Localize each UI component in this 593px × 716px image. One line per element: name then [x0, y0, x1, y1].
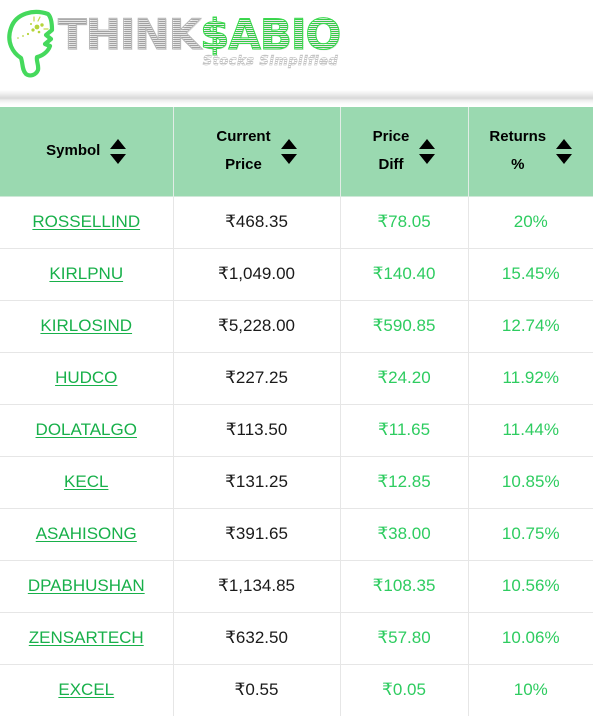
cell-symbol: DPABHUSHAN [0, 559, 174, 612]
column-header-current-price[interactable]: Current Price [173, 107, 341, 196]
table-row: ASAHISONG ₹391.65 ₹38.00 10.75% [0, 507, 593, 560]
sort-descending-icon[interactable] [280, 153, 297, 164]
cell-returns-percent: 20% [468, 195, 593, 248]
cell-current-price: ₹5,228.00 [173, 299, 341, 352]
table-row: HUDCO ₹227.25 ₹24.20 11.92% [0, 351, 593, 404]
cell-symbol: KIRLOSIND [0, 299, 174, 352]
cell-price-diff: ₹78.05 [340, 195, 469, 248]
symbol-link[interactable]: KIRLOSIND [40, 316, 132, 335]
table-row: DOLATALGO ₹113.50 ₹11.65 11.44% [0, 403, 593, 456]
cell-returns-percent: 10.06% [468, 611, 593, 664]
cell-symbol: HUDCO [0, 351, 174, 404]
cell-symbol: KECL [0, 455, 174, 508]
table-row: KECL ₹131.25 ₹12.85 10.85% [0, 455, 593, 508]
cell-returns-percent: 10.85% [468, 455, 593, 508]
cell-symbol: DOLATALGO [0, 403, 174, 456]
cell-returns-percent: 10% [468, 663, 593, 716]
cell-returns-percent: 12.74% [468, 299, 593, 352]
cell-current-price: ₹468.35 [173, 195, 341, 248]
cell-current-price: ₹227.25 [173, 351, 341, 404]
sort-arrows-icon-symbol[interactable] [110, 138, 127, 164]
cell-symbol: ZENSARTECH [0, 611, 174, 664]
column-header-current-price-label: Current Price [216, 128, 271, 174]
symbol-link[interactable]: ZENSARTECH [29, 628, 144, 647]
sort-ascending-icon[interactable] [280, 138, 297, 149]
cell-symbol: EXCEL [0, 663, 174, 716]
cell-returns-percent: 10.56% [468, 559, 593, 612]
table-row: KIRLPNU ₹1,049.00 ₹140.40 15.45% [0, 247, 593, 300]
header-divider [0, 90, 593, 107]
logo-word-sabio: $ABIO [200, 10, 342, 60]
table-header-row: Symbol Current Price Price Diff Returns … [0, 107, 593, 196]
table-body: ROSSELLIND ₹468.35 ₹78.05 20% KIRLPNU ₹1,049.… [0, 195, 593, 716]
sort-ascending-icon[interactable] [419, 138, 436, 149]
logo-word-think: THINK [57, 10, 201, 60]
table-header: Symbol Current Price Price Diff Returns … [0, 107, 593, 196]
sort-ascending-icon[interactable] [110, 138, 127, 149]
column-header-returns[interactable]: Returns % [468, 107, 593, 196]
sort-descending-icon[interactable] [110, 153, 127, 164]
table-row: KIRLOSIND ₹5,228.00 ₹590.85 12.74% [0, 299, 593, 352]
cell-price-diff: ₹11.65 [340, 403, 469, 456]
cell-symbol: ROSSELLIND [0, 195, 174, 248]
table-row: ZENSARTECH ₹632.50 ₹57.80 10.06% [0, 611, 593, 664]
brand-header: THINK$ABIO Stocks Simplified [0, 0, 593, 90]
stock-table: Symbol Current Price Price Diff Returns … [0, 107, 593, 716]
cell-current-price: ₹0.55 [173, 663, 341, 716]
cell-returns-percent: 10.75% [468, 507, 593, 560]
table-row: DPABHUSHAN ₹1,134.85 ₹108.35 10.56% [0, 559, 593, 612]
sort-arrows-icon-price-diff[interactable] [419, 138, 436, 164]
table-row: ROSSELLIND ₹468.35 ₹78.05 20% [0, 195, 593, 248]
table-row: EXCEL ₹0.55 ₹0.05 10% [0, 663, 593, 716]
sort-descending-icon[interactable] [556, 153, 573, 164]
cell-returns-percent: 15.45% [468, 247, 593, 300]
cell-current-price: ₹131.25 [173, 455, 341, 508]
logo-text: THINK$ABIO Stocks Simplified [57, 10, 342, 70]
sort-arrows-icon-returns[interactable] [556, 138, 573, 164]
column-header-price-diff-label: Price Diff [372, 128, 410, 174]
cell-current-price: ₹1,134.85 [173, 559, 341, 612]
cell-returns-percent: 11.92% [468, 351, 593, 404]
cell-price-diff: ₹24.20 [340, 351, 469, 404]
cell-price-diff: ₹0.05 [340, 663, 469, 716]
symbol-link[interactable]: DPABHUSHAN [28, 576, 145, 595]
symbol-link[interactable]: EXCEL [58, 680, 114, 699]
cell-price-diff: ₹108.35 [340, 559, 469, 612]
cell-symbol: ASAHISONG [0, 507, 174, 560]
symbol-link[interactable]: HUDCO [55, 368, 117, 387]
cell-current-price: ₹113.50 [173, 403, 341, 456]
symbol-link[interactable]: KIRLPNU [49, 264, 123, 283]
logo-tagline: Stocks Simplified [202, 54, 339, 70]
symbol-link[interactable]: DOLATALGO [36, 420, 137, 439]
cell-price-diff: ₹38.00 [340, 507, 469, 560]
cell-price-diff: ₹12.85 [340, 455, 469, 508]
sort-descending-icon[interactable] [419, 153, 436, 164]
symbol-link[interactable]: ROSSELLIND [32, 212, 140, 231]
symbol-link[interactable]: ASAHISONG [36, 524, 137, 543]
cell-current-price: ₹632.50 [173, 611, 341, 664]
cell-current-price: ₹1,049.00 [173, 247, 341, 300]
column-header-returns-label: Returns % [489, 128, 547, 174]
logo[interactable]: THINK$ABIO Stocks Simplified [4, 6, 342, 78]
cell-returns-percent: 11.44% [468, 403, 593, 456]
cell-price-diff: ₹140.40 [340, 247, 469, 300]
thinking-head-icon [4, 8, 62, 78]
sort-ascending-icon[interactable] [556, 138, 573, 149]
column-header-price-diff[interactable]: Price Diff [340, 107, 469, 196]
cell-price-diff: ₹57.80 [340, 611, 469, 664]
symbol-link[interactable]: KECL [64, 472, 108, 491]
cell-symbol: KIRLPNU [0, 247, 174, 300]
column-header-symbol-label: Symbol [46, 142, 101, 160]
stock-table-container: Symbol Current Price Price Diff Returns … [0, 107, 593, 716]
cell-current-price: ₹391.65 [173, 507, 341, 560]
cell-price-diff: ₹590.85 [340, 299, 469, 352]
sort-arrows-icon-current-price[interactable] [280, 138, 297, 164]
column-header-symbol[interactable]: Symbol [0, 107, 174, 196]
